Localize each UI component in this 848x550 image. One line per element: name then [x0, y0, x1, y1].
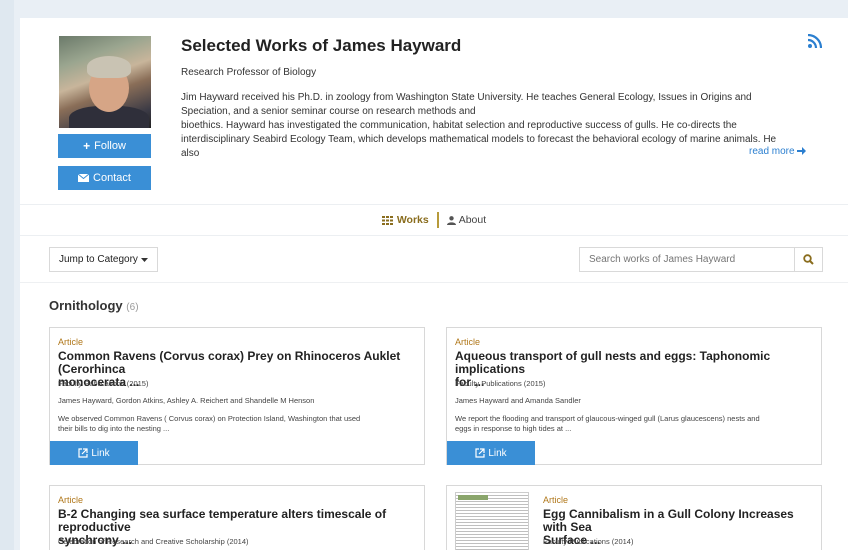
work-card: Article Aqueous transport of gull nests … [446, 327, 822, 465]
tab-about[interactable]: About [446, 214, 487, 226]
work-authors: James Hayward and Amanda Sandler [455, 396, 581, 405]
follow-button[interactable]: + Follow [58, 134, 151, 158]
work-publication: Faculty Publications (2014) [543, 537, 634, 546]
read-more-label: read more [749, 146, 795, 157]
work-thumbnail[interactable] [455, 492, 529, 550]
rss-icon[interactable] [808, 34, 822, 48]
jump-to-category-dropdown[interactable]: Jump to Category [49, 247, 158, 272]
grid-icon [381, 215, 393, 225]
work-card: Article B-2 Changing sea surface tempera… [49, 485, 425, 550]
user-icon [446, 215, 456, 225]
work-abstract: We observed Common Ravens ( Corvus corax… [58, 414, 414, 434]
work-title-line: Aqueous transport of gull nests and eggs… [455, 349, 771, 376]
abstract-line: eggs in response to high tides at ... [455, 424, 572, 433]
arrow-right-icon [797, 147, 807, 155]
plus-icon: + [83, 139, 91, 153]
category-heading: Ornithology (6) [49, 298, 139, 313]
work-authors: James Hayward, Gordon Atkins, Ashley A. … [58, 396, 315, 405]
work-publication: Faculty Publications (2015) [58, 379, 149, 388]
tab-works-label: Works [396, 214, 429, 226]
work-card: Article Egg Cannibalism in a Gull Colony… [446, 485, 822, 550]
abstract-line: We observed Common Ravens ( Corvus corax… [58, 414, 361, 423]
work-title-line: Egg Cannibalism in a Gull Colony Increas… [543, 507, 794, 534]
external-link-icon [475, 448, 485, 458]
tab-works[interactable]: Works [381, 214, 429, 226]
tab-divider [436, 212, 439, 228]
search-input[interactable] [579, 247, 795, 272]
search-icon [803, 254, 814, 265]
link-label: Link [91, 447, 110, 459]
work-type: Article [58, 495, 84, 505]
work-type: Article [58, 337, 84, 347]
profile-page: + Follow Contact Selected Works of James… [20, 18, 848, 550]
category-name: Ornithology [49, 298, 123, 313]
profile-tabs: Works About [20, 204, 848, 236]
work-type: Article [543, 495, 569, 505]
work-title-line: B-2 Changing sea surface temperature alt… [58, 507, 387, 534]
jump-label: Jump to Category [59, 254, 138, 265]
page-title: Selected Works of James Hayward [181, 36, 462, 55]
work-publication: Faculty Publications (2015) [455, 379, 546, 388]
contact-button[interactable]: Contact [58, 166, 151, 190]
tab-about-label: About [458, 214, 487, 226]
page-margin [0, 0, 14, 550]
work-abstract: We report the flooding and transport of … [455, 414, 811, 434]
avatar [59, 36, 151, 128]
read-more-link[interactable]: read more [749, 146, 807, 157]
bio-line: Speciation, and a senior seminar course … [181, 106, 476, 117]
link-button[interactable]: Link [50, 441, 138, 465]
follow-label: Follow [94, 140, 126, 152]
category-count: (6) [126, 302, 139, 313]
bio-line: interdisciplinary Seabird Ecology Team, … [181, 134, 777, 145]
avatar-hair [87, 56, 131, 78]
thumbnail-header [458, 495, 488, 500]
external-link-icon [78, 448, 88, 458]
abstract-line: their bills to dig into the nesting ... [58, 424, 170, 433]
search-button[interactable] [794, 247, 823, 272]
link-label: Link [488, 447, 507, 459]
profile-title: Research Professor of Biology [181, 67, 317, 78]
abstract-line: We report the flooding and transport of … [455, 414, 760, 423]
bio-line: also [181, 148, 200, 159]
bio-line: Jim Hayward received his Ph.D. in zoolog… [181, 92, 752, 103]
work-card: Article Common Ravens (Corvus corax) Pre… [49, 327, 425, 465]
work-type: Article [455, 337, 481, 347]
profile-header: + Follow Contact Selected Works of James… [20, 18, 848, 204]
section-divider [20, 282, 848, 283]
caret-down-icon [140, 257, 148, 262]
work-title-line: Common Ravens (Corvus corax) Prey on Rhi… [58, 349, 401, 376]
bio-line: bioethics. Hayward has investigated the … [181, 120, 737, 131]
link-button[interactable]: Link [447, 441, 535, 465]
profile-bio: Jim Hayward received his Ph.D. in zoolog… [181, 91, 821, 161]
work-publication: Celebration of Research and Creative Sch… [58, 537, 249, 546]
contact-label: Contact [93, 172, 131, 184]
envelope-icon [78, 174, 90, 182]
